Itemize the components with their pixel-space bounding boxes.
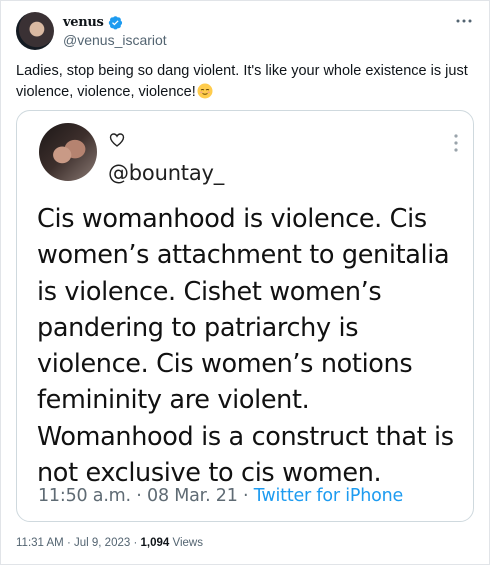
footer-separator-2: · <box>133 537 138 549</box>
tweet-footer: 11:31 AM · Jul 9, 2023 · 1,094 Views <box>16 537 203 549</box>
quoted-body: Cis womanhood is violence. Cis women’s a… <box>37 204 454 489</box>
quoted-separator: · <box>136 486 142 506</box>
quoted-avatar <box>39 123 97 181</box>
relieved-face-emoji-icon <box>197 83 213 99</box>
views-count: 1,094 <box>140 537 170 549</box>
verified-badge-icon <box>108 15 122 29</box>
views-label: Views <box>172 537 203 549</box>
quoted-tweet-image[interactable]: @bountay_ Cis womanhood is violence. Cis… <box>16 110 474 522</box>
name-row: venus <box>63 13 123 31</box>
quoted-meta: 11:50 a.m. · 08 Mar. 21 · Twitter for iP… <box>38 486 403 506</box>
tweet-text-content: Ladies, stop being so dang violent. It's… <box>16 63 468 100</box>
heart-icon <box>109 133 125 147</box>
display-name[interactable]: venus <box>63 15 104 30</box>
quoted-date: 08 Mar. 21 <box>147 486 238 506</box>
tweet-time[interactable]: 11:31 AM <box>16 537 64 549</box>
author-handle[interactable]: @venus_iscariot <box>63 32 167 48</box>
tweet-text: Ladies, stop being so dang violent. It's… <box>16 61 476 103</box>
quoted-time: 11:50 a.m. <box>38 486 131 506</box>
quoted-more-icon <box>454 134 458 152</box>
footer-separator: · <box>66 537 71 549</box>
tweet: venus @venus_iscariot Ladies, stop being… <box>0 0 490 565</box>
quoted-separator-2: · <box>243 486 249 506</box>
quoted-handle: @bountay_ <box>108 161 225 185</box>
quoted-source: Twitter for iPhone <box>253 486 404 506</box>
more-options-icon[interactable] <box>454 14 474 28</box>
avatar[interactable] <box>16 12 54 50</box>
tweet-date[interactable]: Jul 9, 2023 <box>74 537 130 549</box>
tweet-header: venus @venus_iscariot <box>16 12 476 52</box>
